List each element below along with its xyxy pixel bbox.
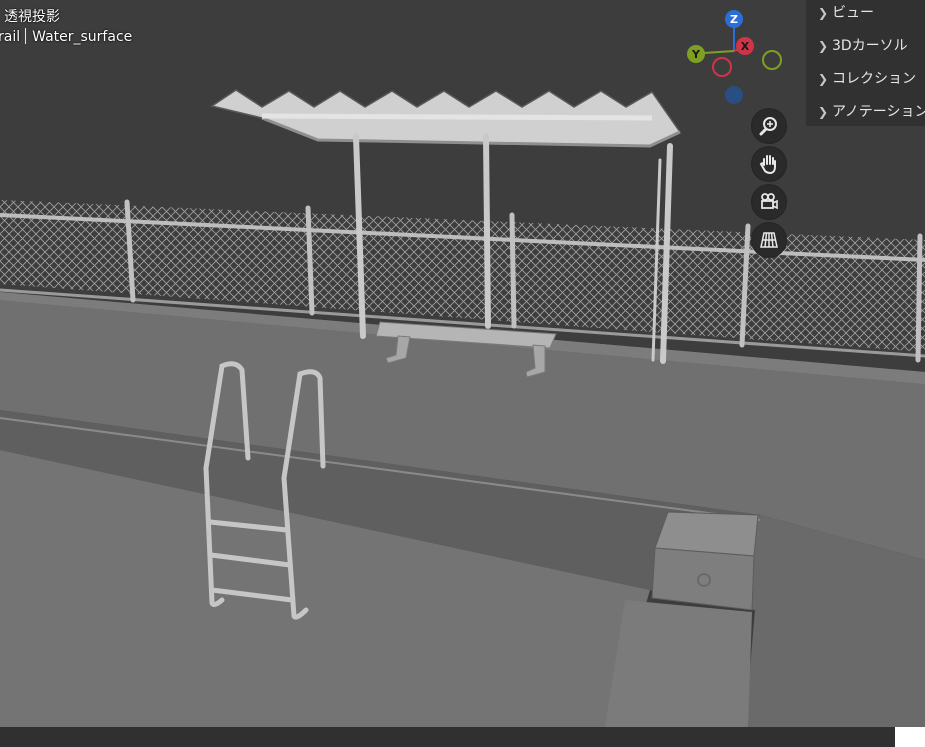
chevron-right-icon: ❯: [818, 72, 829, 86]
pool-right-ledge: [605, 600, 752, 727]
breadcrumb-collection: rail: [0, 29, 21, 45]
grid-icon: [760, 232, 778, 248]
gizmo-x-label: X: [741, 40, 750, 53]
status-bar: [0, 727, 895, 747]
breadcrumb-object: Water_surface: [32, 29, 133, 45]
camera-icon: [761, 193, 778, 210]
navigation-gizmo[interactable]: Z X Y: [680, 4, 790, 112]
sidebar-item-label: ビュー: [832, 5, 874, 21]
pan-button[interactable]: [751, 146, 787, 182]
sidebar-item-view[interactable]: ❯ ビュー: [818, 2, 874, 24]
sidebar-item-label: コレクション: [832, 71, 916, 87]
view-mode-label: 透視投影: [4, 9, 60, 25]
camera-view-button[interactable]: [751, 184, 787, 220]
sidebar-item-annotation[interactable]: ❯ アノテーション: [818, 101, 925, 123]
gizmo-neg-x[interactable]: [712, 57, 732, 77]
sidebar-item-label: アノテーション: [832, 104, 925, 120]
status-bar-gap: [895, 727, 925, 747]
sidebar-panel: ❯ ビュー ❯ 3Dカーソル ❯ コレクション ❯ アノテーション: [806, 0, 925, 126]
3d-viewport[interactable]: 透視投影 rail Water_surface Z X Y ❯ ビュー ❯ 3Dカーソ…: [0, 0, 925, 747]
hand-icon: [759, 155, 776, 175]
shelter-beam: [261, 113, 653, 121]
breadcrumb-separator: [25, 28, 27, 44]
chevron-right-icon: ❯: [818, 6, 829, 20]
ortho-toggle-button[interactable]: [751, 222, 787, 258]
sidebar-item-label: 3Dカーソル: [832, 38, 908, 54]
gizmo-neg-y[interactable]: [762, 50, 782, 70]
zoom-icon: [759, 117, 777, 136]
gizmo-neg-z[interactable]: [725, 86, 743, 104]
zoom-button[interactable]: [751, 108, 787, 144]
sidebar-item-collection[interactable]: ❯ コレクション: [818, 68, 916, 90]
scene-render: [0, 89, 925, 727]
gizmo-z-label: Z: [730, 13, 738, 26]
object-breadcrumb: rail Water_surface: [0, 28, 132, 45]
chevron-right-icon: ❯: [818, 105, 829, 119]
sidebar-item-3d-cursor[interactable]: ❯ 3Dカーソル: [818, 35, 908, 57]
chevron-right-icon: ❯: [818, 39, 829, 53]
starting-block-front: [651, 547, 755, 611]
gizmo-y-label: Y: [691, 48, 701, 61]
